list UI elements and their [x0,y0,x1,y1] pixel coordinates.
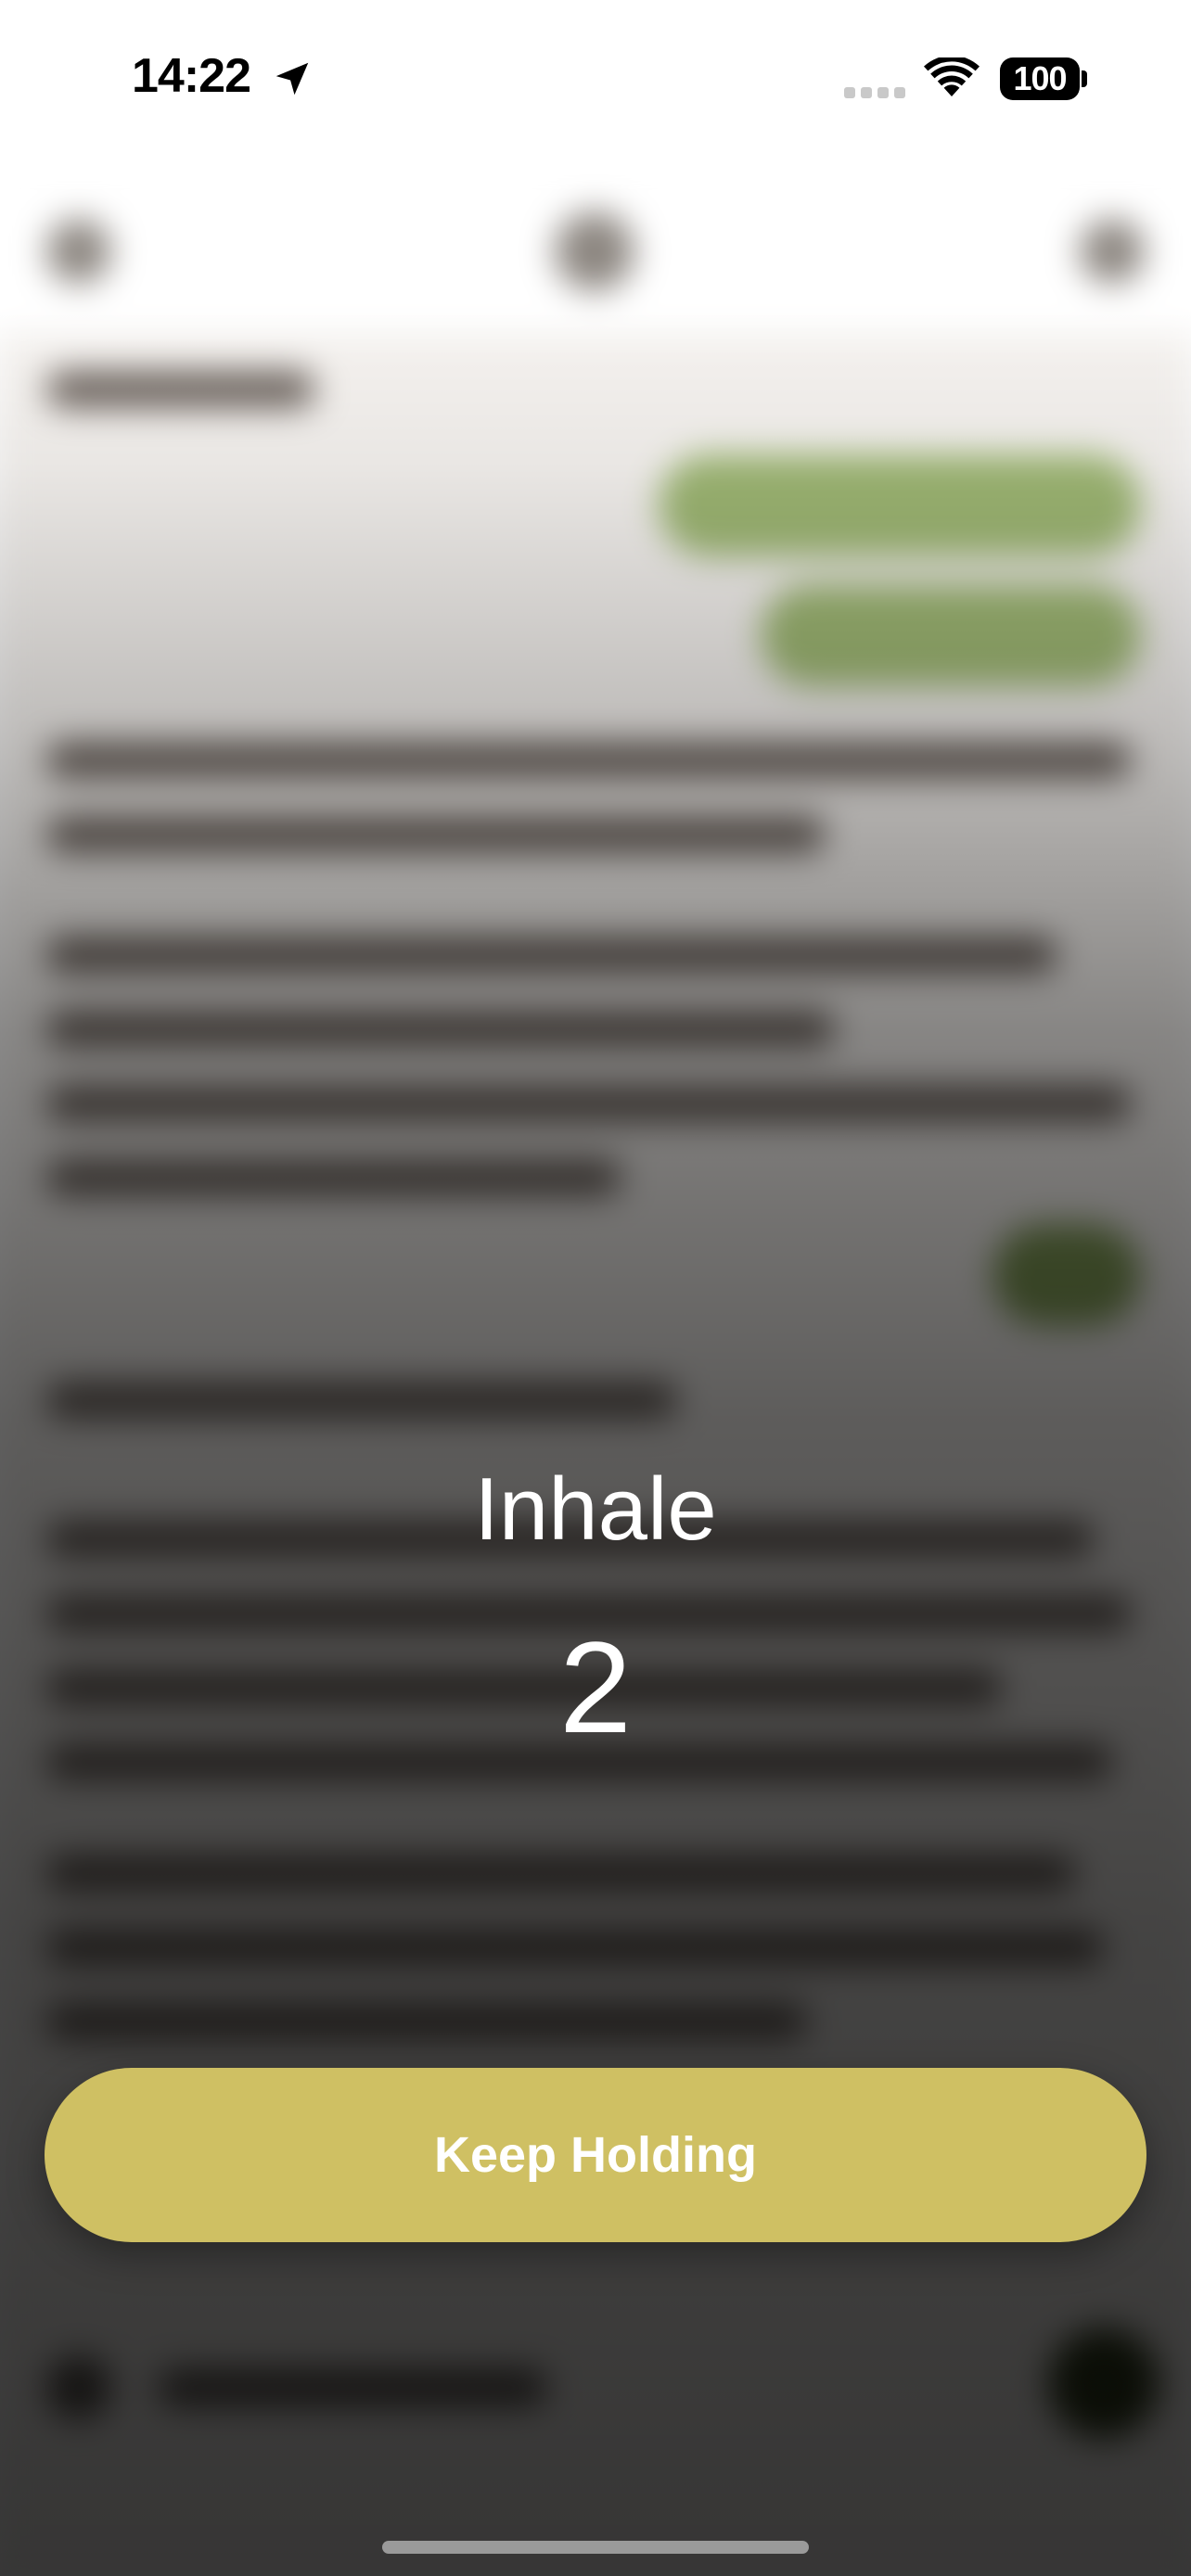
battery-icon: 100 [1000,57,1080,100]
status-bar: 14:22 100 [0,0,1191,158]
breathing-phase-label: Inhale [474,1460,717,1559]
home-indicator[interactable] [382,2541,809,2554]
battery-level: 100 [1013,59,1067,97]
battery-tip [1082,70,1087,87]
status-time: 14:22 [132,49,251,103]
breathing-exercise-screen: 14:22 100 Inhale 2 Keep Holding [0,0,1191,2576]
cellular-signal-icon [844,87,905,98]
keep-holding-button[interactable]: Keep Holding [45,2068,1146,2242]
breathing-count: 2 [559,1614,632,1760]
wifi-icon [924,57,980,96]
location-arrow-icon [275,62,309,96]
keep-holding-label: Keep Holding [434,2127,757,2183]
